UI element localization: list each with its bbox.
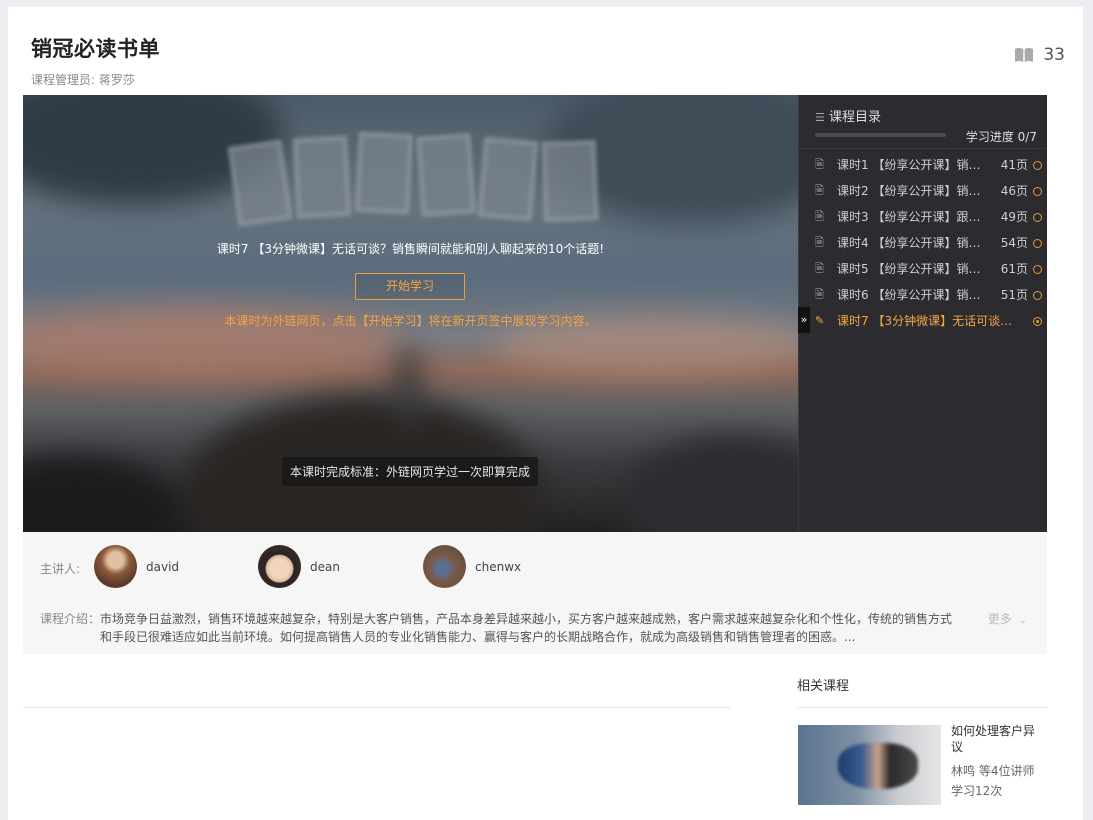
document-icon: 🗎 — [815, 262, 824, 275]
catalog-divider — [799, 148, 1047, 149]
lesson-item-pages: 49页 — [1000, 210, 1028, 224]
lesson-item-pages: 46页 — [1000, 184, 1028, 198]
lecturer-name: dean — [310, 559, 340, 574]
related-course-teachers: 林鸣 等4位讲师 — [951, 764, 1035, 778]
course-description: 市场竞争日益激烈，销售环境越来越复杂，特别是大客户销售，产品本身差异越来越小，买… — [100, 612, 953, 644]
content-tab-divider — [23, 707, 730, 708]
status-circle-icon — [1033, 265, 1042, 274]
current-lesson-title: 课时7 【3分钟微课】无话可谈？销售瞬间就能和别人聊起来的10个话题! — [216, 242, 605, 256]
start-learning-button[interactable]: 开始学习 — [355, 273, 465, 300]
course-catalog-panel: ☰ 课程目录 学习进度 0/7 🗎 课时1 【纷享公开课】销售面对面-（上） 4… — [798, 95, 1047, 532]
lesson-item-pages: 51页 — [1000, 288, 1028, 302]
lesson-item-title: 课时6 【纷享公开课】销售的自我修炼 — [837, 288, 992, 302]
completion-standard-badge: 本课时完成标准：外链网页学过一次即算完成 — [282, 457, 539, 486]
related-course-title[interactable]: 如何处理客户异议 — [951, 723, 1043, 755]
lesson-item[interactable]: 🗎 课时3 【纷享公开课】跟金牌销售学沟通 49页 — [799, 204, 1048, 230]
related-course-thumbnail[interactable] — [798, 725, 941, 805]
avatar — [94, 545, 137, 588]
lesson-item-title: 课时2 【纷享公开课】销售面对面-（下） — [837, 184, 992, 198]
lesson-list: 🗎 课时1 【纷享公开课】销售面对面-（上） 41页 🗎 课时2 【纷享公开课】… — [799, 152, 1048, 334]
course-info: 主讲人: david dean chenwx 课程介绍： 市场竞争日益激烈，销售… — [23, 532, 1047, 654]
lecturer[interactable]: chenwx — [423, 545, 521, 588]
lesson-item[interactable]: 🗎 课时2 【纷享公开课】销售面对面-（下） 46页 — [799, 178, 1048, 204]
lesson-item-pages: 41页 — [1000, 158, 1028, 172]
lesson-item-title: 课时3 【纷享公开课】跟金牌销售学沟通 — [837, 210, 992, 224]
related-divider — [797, 707, 1047, 708]
lesson-item-title: 课时5 【纷享公开课】销售的逻辑 — [837, 262, 992, 276]
catalog-toggle-button[interactable]: » — [798, 307, 810, 333]
lesson-item[interactable]: 🗎 课时1 【纷享公开课】销售面对面-（上） 41页 — [799, 152, 1048, 178]
list-icon: ☰ — [815, 111, 825, 124]
related-courses-heading: 相关课程 — [797, 679, 850, 694]
document-icon: 🗎 — [815, 210, 824, 223]
lesson-item-title: 课时7 【3分钟微课】无话可谈？销售瞬间就能和别人聊起来的10个话题! — [837, 314, 1022, 328]
lesson-count-value: 33 — [1043, 45, 1065, 65]
progress-label: 学习进度 0/7 — [965, 130, 1037, 144]
course-title: 销冠必读书单 — [31, 37, 160, 61]
document-icon: 🗎 — [815, 158, 824, 171]
progress-bar — [815, 133, 946, 137]
document-icon: 🗎 — [815, 184, 824, 197]
lesson-item-pages: 61页 — [1000, 262, 1028, 276]
more-label: 更多 — [987, 612, 1012, 626]
lesson-item-title: 课时4 【纷享公开课】销售从心开始 — [837, 236, 992, 250]
lesson-cover-background: 课时7 【3分钟微课】无话可谈？销售瞬间就能和别人聊起来的10个话题! 开始学习… — [23, 95, 798, 532]
avatar — [258, 545, 301, 588]
catalog-heading: ☰ 课程目录 — [815, 106, 881, 125]
status-circle-icon — [1033, 239, 1042, 248]
chevron-down-icon: ⌄ — [1018, 615, 1027, 626]
more-button[interactable]: 更多 ⌄ — [988, 610, 1027, 627]
status-circle-icon — [1033, 213, 1042, 222]
course-player: 课时7 【3分钟微课】无话可谈？销售瞬间就能和别人聊起来的10个话题! 开始学习… — [23, 95, 1047, 532]
lesson-item-title: 课时1 【纷享公开课】销售面对面-（上） — [837, 158, 992, 172]
lecturers-label: 主讲人: — [40, 562, 81, 576]
lesson-item-pages: 54页 — [1000, 236, 1028, 250]
lesson-count: 33 — [1014, 45, 1065, 65]
catalog-heading-label: 课程目录 — [829, 110, 882, 125]
document-icon: 🗎 — [815, 288, 824, 301]
status-circle-icon — [1033, 187, 1042, 196]
lecturer[interactable]: david — [94, 545, 179, 588]
book-icon — [1015, 48, 1034, 62]
lesson-item[interactable]: 🗎 课时6 【纷享公开课】销售的自我修炼 51页 — [799, 282, 1048, 308]
lecturer-name: chenwx — [475, 559, 522, 574]
status-circle-icon — [1033, 161, 1042, 170]
lecturer-name: david — [146, 559, 180, 574]
link-icon: ✎ — [815, 314, 825, 327]
status-circle-icon — [1033, 317, 1042, 326]
course-admin: 课程管理员: 蒋罗莎 — [31, 73, 135, 87]
lecturer[interactable]: dean — [258, 545, 340, 588]
document-icon: 🗎 — [815, 236, 824, 249]
lesson-item-active[interactable]: ✎ 课时7 【3分钟微课】无话可谈？销售瞬间就能和别人聊起来的10个话题! — [799, 308, 1048, 334]
description-label: 课程介绍： — [40, 612, 101, 626]
avatar — [423, 545, 466, 588]
status-circle-icon — [1033, 291, 1042, 300]
lesson-item[interactable]: 🗎 课时4 【纷享公开课】销售从心开始 54页 — [799, 230, 1048, 256]
related-course-students: 学习12次 — [951, 784, 1003, 798]
external-link-note: 本课时为外链网页，点击【开始学习】将在新开页签中展现学习内容。 — [224, 314, 597, 328]
handshake-image — [838, 743, 918, 789]
lesson-item[interactable]: 🗎 课时5 【纷享公开课】销售的逻辑 61页 — [799, 256, 1048, 282]
